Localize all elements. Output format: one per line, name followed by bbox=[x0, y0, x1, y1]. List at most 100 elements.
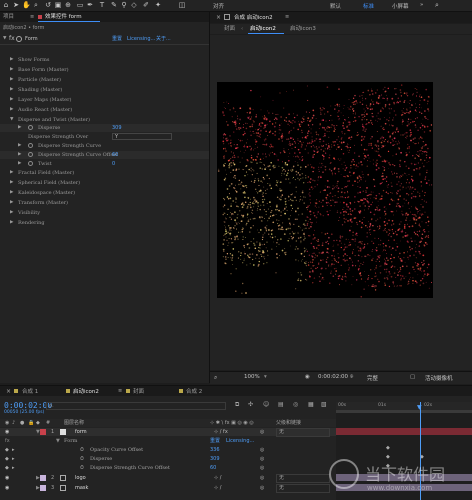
stopwatch-icon[interactable]: ⏱ bbox=[80, 446, 84, 454]
parent-link-icon[interactable]: ◎ bbox=[260, 484, 264, 492]
form-layer-bar[interactable] bbox=[336, 428, 472, 435]
group-rendering[interactable]: ▶ Rendering bbox=[0, 219, 209, 227]
layer-color-label[interactable] bbox=[40, 485, 46, 491]
snapshot-icon[interactable]: ⌾ bbox=[350, 374, 353, 381]
shy-icon[interactable]: ☺ bbox=[263, 401, 269, 408]
workspace-overflow[interactable]: » bbox=[420, 2, 423, 8]
brush-tool-icon[interactable]: ✎ bbox=[110, 1, 118, 9]
group-base-form[interactable]: ▶ Base Form (Master) bbox=[0, 66, 209, 74]
tab-composition[interactable]: 合成 启动icon2 bbox=[234, 14, 273, 22]
workspace-small-screen[interactable]: 小屏幕 bbox=[392, 2, 409, 10]
disperse-value[interactable]: 309 bbox=[112, 124, 122, 132]
lock-icon[interactable] bbox=[224, 14, 230, 20]
keyframe-icon[interactable]: ◆ bbox=[386, 445, 390, 451]
twist-value[interactable]: 0 bbox=[112, 160, 115, 168]
parent-link-icon[interactable]: ◎ bbox=[260, 428, 264, 436]
tab-icon2[interactable]: 启动icon2 bbox=[73, 388, 99, 396]
opacity-curve-value[interactable]: 336 bbox=[210, 446, 220, 454]
col-parent-link[interactable]: 父级和链接 bbox=[276, 419, 301, 427]
disperse-timeline-value[interactable]: 309 bbox=[210, 455, 220, 463]
layer-row-form[interactable]: ◉ ▼ 1 form ⊹ / fx ◎ 无 bbox=[0, 428, 336, 437]
prop-row-opacity-curve[interactable]: ◆ ▸ ⏱ Opacity Curve Offset 336 ◎ bbox=[0, 446, 336, 454]
playhead-handle-icon[interactable]: ▼ bbox=[417, 405, 422, 411]
prop-strength-over[interactable]: Disperse Strength Over Y bbox=[0, 133, 209, 141]
align-label[interactable]: 对齐 bbox=[213, 2, 224, 10]
layer-color-label[interactable] bbox=[40, 475, 46, 481]
form-effect-row[interactable]: fx ▼ Form 重置 Licensing... bbox=[0, 437, 336, 445]
work-area-bar[interactable] bbox=[336, 410, 472, 413]
menu-icon[interactable]: ≡ bbox=[285, 14, 289, 20]
group-show-forms[interactable]: ▶ Show Forms bbox=[0, 56, 209, 64]
parent-select[interactable]: 无 bbox=[276, 428, 330, 437]
prop-disperse[interactable]: ▶ Disperse 309 bbox=[0, 124, 209, 132]
form-licensing-link[interactable]: Licensing... bbox=[226, 437, 254, 445]
tab-comp2[interactable]: 合成 2 bbox=[186, 388, 202, 396]
layer-name[interactable]: mask bbox=[75, 484, 88, 492]
group-fractal-field[interactable]: ▶ Fractal Field (Master) bbox=[0, 169, 209, 177]
draft-3d-icon[interactable]: ✣ bbox=[248, 401, 253, 408]
reset-link[interactable]: 重置 bbox=[112, 35, 122, 43]
layer-color-label[interactable] bbox=[40, 429, 46, 435]
stopwatch-icon[interactable] bbox=[28, 152, 33, 157]
graph-editor-icon[interactable]: ▦ bbox=[308, 401, 314, 408]
about-link[interactable]: 关于... bbox=[156, 35, 171, 43]
breadcrumb-cover[interactable]: 封面 bbox=[224, 25, 235, 33]
region-icon[interactable]: ▢ bbox=[410, 374, 415, 380]
rectangle-tool-icon[interactable]: ▭ bbox=[76, 1, 84, 9]
menu-icon[interactable]: ≡ bbox=[118, 388, 122, 394]
chart-icon[interactable]: ▧ bbox=[321, 401, 327, 408]
group-disperse-twist[interactable]: ▼ Disperse and Twist (Master) bbox=[0, 116, 209, 124]
layer-row-logo[interactable]: ◉ ▶ 2 logo ⊹ / ◎ 无 bbox=[0, 474, 336, 483]
clone-stamp-tool-icon[interactable]: ⚲ bbox=[120, 1, 128, 9]
timeline-timecode[interactable]: 0:00:02:00 bbox=[4, 401, 52, 410]
parent-select[interactable]: 无 bbox=[276, 474, 330, 483]
selection-tool-icon[interactable]: ➤ bbox=[12, 1, 20, 9]
prop-twist[interactable]: ▶ Twist 0 bbox=[0, 160, 209, 168]
workspace-default[interactable]: 默认 bbox=[330, 2, 341, 10]
close-icon[interactable]: × bbox=[6, 388, 11, 395]
eraser-tool-icon[interactable]: ◇ bbox=[130, 1, 138, 9]
pan-behind-tool-icon[interactable]: ⊕ bbox=[64, 1, 72, 9]
curve-offset-value[interactable]: 60 bbox=[112, 151, 118, 159]
group-audio-react[interactable]: ▶ Audio React (Master) bbox=[0, 106, 209, 114]
group-layer-maps[interactable]: ▶ Layer Maps (Master) bbox=[0, 96, 209, 104]
zoom-tool-icon[interactable]: ⌕ bbox=[32, 1, 40, 9]
stopwatch-icon[interactable] bbox=[28, 161, 33, 166]
group-kaleidospace[interactable]: ▶ Kaleidospace (Master) bbox=[0, 189, 209, 197]
magnifier-icon[interactable]: ⌕ bbox=[214, 374, 217, 382]
layer-search-input[interactable]: ρ. bbox=[46, 402, 226, 410]
frame-blend-icon[interactable]: ▤ bbox=[278, 401, 284, 408]
stopwatch-icon[interactable] bbox=[28, 125, 33, 130]
roto-brush-tool-icon[interactable]: ✐ bbox=[142, 1, 150, 9]
type-tool-icon[interactable]: T bbox=[98, 1, 106, 9]
snapping-toggle-icon[interactable]: ◫ bbox=[178, 1, 186, 9]
tab-effect-controls[interactable]: 效果控件 form bbox=[45, 13, 82, 21]
viewer-timecode[interactable]: 0:00:02:00 bbox=[318, 374, 348, 380]
prop-row-disperse[interactable]: ◆ ▸ ⏱ Disperse 309 ◎ bbox=[0, 455, 336, 463]
collapse-icon[interactable]: ▼ bbox=[3, 35, 6, 43]
rotate-tool-icon[interactable]: ↺ bbox=[44, 1, 52, 9]
tab-cover[interactable]: 封面 bbox=[133, 388, 144, 396]
col-layer-name[interactable]: 图层名称 bbox=[64, 419, 84, 427]
group-transform[interactable]: ▶ Transform (Master) bbox=[0, 199, 209, 207]
prop-curve-offset[interactable]: ▶ Disperse Strength Curve Offset 60 bbox=[0, 151, 209, 159]
pen-tool-icon[interactable]: ✒ bbox=[86, 1, 94, 9]
prop-strength-curve[interactable]: ▶ Disperse Strength Curve bbox=[0, 142, 209, 150]
group-shading[interactable]: ▶ Shading (Master) bbox=[0, 86, 209, 94]
resolution-select[interactable]: 完整 bbox=[367, 374, 378, 382]
menu-icon[interactable]: ≡ bbox=[30, 14, 36, 20]
composition-mini-icon[interactable]: ⧉ bbox=[235, 401, 239, 409]
group-visibility[interactable]: ▶ Visibility bbox=[0, 209, 209, 217]
licensing-link[interactable]: Licensing... bbox=[127, 35, 155, 43]
group-spherical-field[interactable]: ▶ Spherical Field (Master) bbox=[0, 179, 209, 187]
group-particle[interactable]: ▶ Particle (Master) bbox=[0, 76, 209, 84]
time-ruler[interactable]: 00s 01s 02s bbox=[336, 402, 472, 410]
layer-name[interactable]: form bbox=[75, 428, 87, 436]
layer-row-mask[interactable]: ◉ ▶ 3 mask ⊹ / ◎ 无 bbox=[0, 484, 336, 493]
zoom-dropdown-icon[interactable]: ▾ bbox=[264, 374, 267, 380]
parent-link-icon[interactable]: ◎ bbox=[260, 474, 264, 482]
close-icon[interactable]: × bbox=[216, 14, 221, 21]
tab-project[interactable]: 项目 bbox=[3, 13, 14, 21]
form-reset-link[interactable]: 重置 bbox=[210, 437, 220, 445]
workspace-standard[interactable]: 标准 bbox=[363, 2, 374, 10]
